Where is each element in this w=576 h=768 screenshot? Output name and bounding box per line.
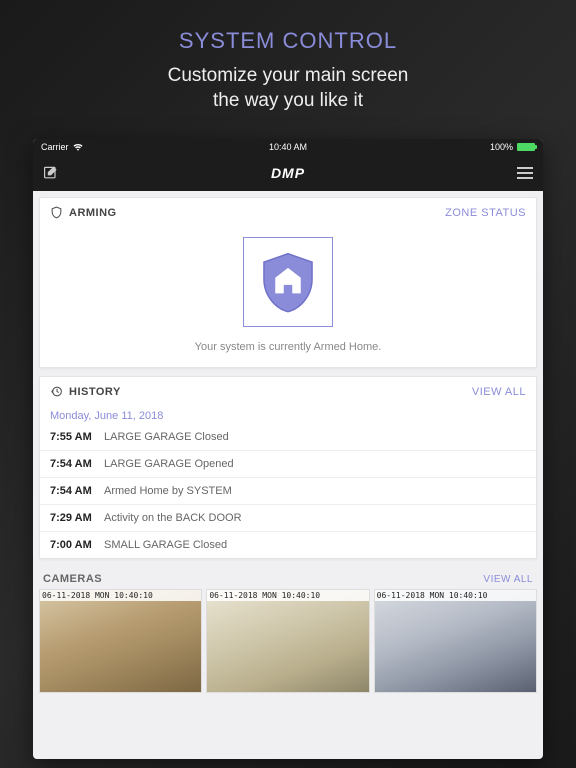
- shield-home-icon: [254, 248, 322, 316]
- history-time: 7:00 AM: [50, 539, 104, 551]
- history-time: 7:55 AM: [50, 431, 104, 443]
- cameras-header: CAMERAS VIEW ALL: [39, 567, 537, 589]
- history-item[interactable]: 7:54 AM LARGE GARAGE Opened: [40, 450, 536, 477]
- arming-header-label: ARMING: [69, 207, 117, 219]
- arming-shield-button[interactable]: [243, 237, 333, 327]
- history-date: Monday, June 11, 2018: [40, 406, 536, 424]
- camera-timestamp: 06-11-2018 MON 10:40:10: [375, 590, 536, 601]
- cameras-header-label: CAMERAS: [43, 573, 102, 585]
- history-item[interactable]: 7:54 AM Armed Home by SYSTEM: [40, 477, 536, 504]
- subtitle-line2: the way you like it: [213, 90, 363, 111]
- arming-status-text: Your system is currently Armed Home.: [40, 335, 536, 367]
- app-logo: DMP: [271, 165, 305, 181]
- edit-icon[interactable]: [43, 165, 59, 181]
- camera-thumbnail[interactable]: 06-11-2018 MON 10:40:10: [374, 589, 537, 693]
- history-view-all-link[interactable]: VIEW ALL: [472, 386, 526, 398]
- camera-timestamp: 06-11-2018 MON 10:40:10: [40, 590, 201, 601]
- history-list: 7:55 AM LARGE GARAGE Closed 7:54 AM LARG…: [40, 424, 536, 558]
- history-time: 7:29 AM: [50, 512, 104, 524]
- history-card: HISTORY VIEW ALL Monday, June 11, 2018 7…: [39, 376, 537, 559]
- camera-timestamp: 06-11-2018 MON 10:40:10: [207, 590, 368, 601]
- history-item[interactable]: 7:00 AM SMALL GARAGE Closed: [40, 531, 536, 558]
- history-icon: [50, 385, 63, 398]
- history-text: LARGE GARAGE Opened: [104, 458, 234, 470]
- status-bar: Carrier 10:40 AM 100%: [33, 139, 543, 155]
- camera-thumbnail[interactable]: 06-11-2018 MON 10:40:10: [206, 589, 369, 693]
- device-frame: Carrier 10:40 AM 100% DMP ARMING ZONE ST…: [33, 139, 543, 759]
- status-time: 10:40 AM: [206, 142, 371, 152]
- history-text: SMALL GARAGE Closed: [104, 539, 227, 551]
- history-text: Activity on the BACK DOOR: [104, 512, 242, 524]
- carrier-label: Carrier: [41, 142, 69, 152]
- nav-bar: DMP: [33, 155, 543, 191]
- camera-thumbnail[interactable]: 06-11-2018 MON 10:40:10: [39, 589, 202, 693]
- shield-small-icon: [50, 206, 63, 219]
- arming-card: ARMING ZONE STATUS Your system is curren…: [39, 197, 537, 368]
- history-item[interactable]: 7:55 AM LARGE GARAGE Closed: [40, 424, 536, 450]
- history-text: LARGE GARAGE Closed: [104, 431, 229, 443]
- history-time: 7:54 AM: [50, 458, 104, 470]
- history-item[interactable]: 7:29 AM Activity on the BACK DOOR: [40, 504, 536, 531]
- marketing-title: SYSTEM CONTROL: [0, 0, 576, 54]
- marketing-subtitle: Customize your main screen the way you l…: [0, 64, 576, 113]
- menu-icon[interactable]: [517, 167, 533, 179]
- wifi-icon: [73, 143, 83, 151]
- battery-percent: 100%: [490, 142, 513, 152]
- history-time: 7:54 AM: [50, 485, 104, 497]
- history-header-label: HISTORY: [69, 386, 121, 398]
- camera-row: 06-11-2018 MON 10:40:10 06-11-2018 MON 1…: [39, 589, 537, 693]
- subtitle-line1: Customize your main screen: [168, 65, 409, 86]
- battery-icon: [517, 143, 535, 151]
- cameras-view-all-link[interactable]: VIEW ALL: [483, 574, 533, 585]
- zone-status-link[interactable]: ZONE STATUS: [445, 207, 526, 219]
- history-text: Armed Home by SYSTEM: [104, 485, 232, 497]
- main-content: ARMING ZONE STATUS Your system is curren…: [33, 191, 543, 699]
